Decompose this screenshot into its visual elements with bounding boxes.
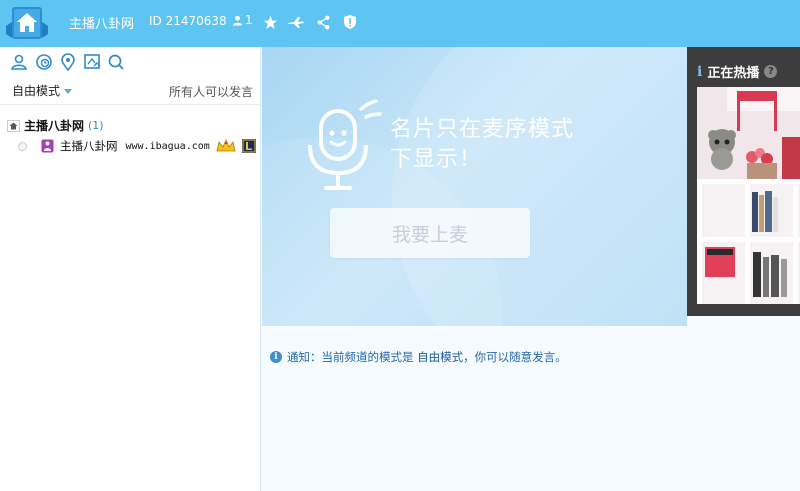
channel-tree-root[interactable]: 主播八卦网 (1) [7, 117, 104, 134]
mode-row: 自由模式 所有人可以发言 [0, 79, 260, 101]
left-panel: 自由模式 所有人可以发言 主播八卦网 (1) 主播八卦网 www.ibagua.… [0, 47, 261, 491]
upload-icon[interactable] [83, 53, 101, 71]
online-count-value: 1 [245, 13, 253, 27]
user-role-icon [41, 139, 54, 153]
home-icon [7, 119, 20, 132]
system-notice: i 通知：当前频道的模式是 自由模式，你可以随意发言。 [270, 349, 567, 365]
members-icon[interactable] [10, 53, 28, 71]
history-icon[interactable] [35, 53, 53, 71]
user-name: 主播八卦网 [60, 139, 118, 153]
stage-message: 名片只在麦序模式下显示！ [390, 117, 575, 172]
plane-icon[interactable] [287, 13, 305, 31]
mode-dropdown[interactable]: 自由模式 [12, 82, 73, 99]
channel-tree-name: 主播八卦网 [24, 119, 85, 133]
info-icon: i [697, 63, 703, 80]
level-badge-icon [241, 139, 256, 153]
help-icon[interactable]: ? [764, 65, 778, 78]
location-icon[interactable] [59, 53, 77, 71]
stage-area: 名片只在麦序模式下显示！ 我要上麦 [262, 47, 687, 326]
top-bar: 主播八卦网 ID 21470638 1 [0, 0, 800, 47]
online-count: 1 [232, 13, 253, 27]
notice-prefix: 通知：当前频道的模式是 [287, 350, 418, 364]
star-icon[interactable] [263, 13, 278, 31]
divider [0, 104, 260, 105]
mode-selected: 自由模式 [12, 84, 61, 98]
hot-live-thumbnail[interactable] [697, 87, 800, 304]
crown-icon [216, 139, 236, 152]
chevron-down-icon [64, 89, 73, 94]
notice-mode: 自由模式 [417, 350, 464, 364]
hot-live-panel: i 正在热播 ? [687, 47, 800, 316]
microphone-icon [308, 99, 382, 190]
hot-live-header: i 正在热播 ? [697, 62, 778, 81]
channel-title: 主播八卦网 [69, 17, 135, 32]
channel-id: ID 21470638 [149, 14, 227, 28]
share-icon[interactable] [316, 13, 331, 31]
list-item[interactable]: 主播八卦网 www.ibagua.com [18, 138, 256, 154]
chat-area: i 通知：当前频道的模式是 自由模式，你可以随意发言。 [262, 326, 800, 491]
mode-description: 所有人可以发言 [168, 85, 253, 99]
channel-tree-count: (1) [88, 119, 104, 132]
join-mic-button[interactable]: 我要上麦 [330, 208, 530, 258]
left-toolbar [0, 47, 260, 75]
notice-suffix: ，你可以随意发言。 [463, 350, 567, 364]
user-icon [232, 15, 243, 26]
home-logo-icon[interactable] [4, 4, 50, 42]
shield-icon[interactable] [343, 13, 357, 31]
info-icon: i [270, 351, 282, 363]
search-icon[interactable] [107, 53, 125, 71]
user-site: www.ibagua.com [125, 140, 210, 152]
status-dot [18, 141, 27, 151]
hot-live-title: 正在热播 [707, 66, 760, 81]
